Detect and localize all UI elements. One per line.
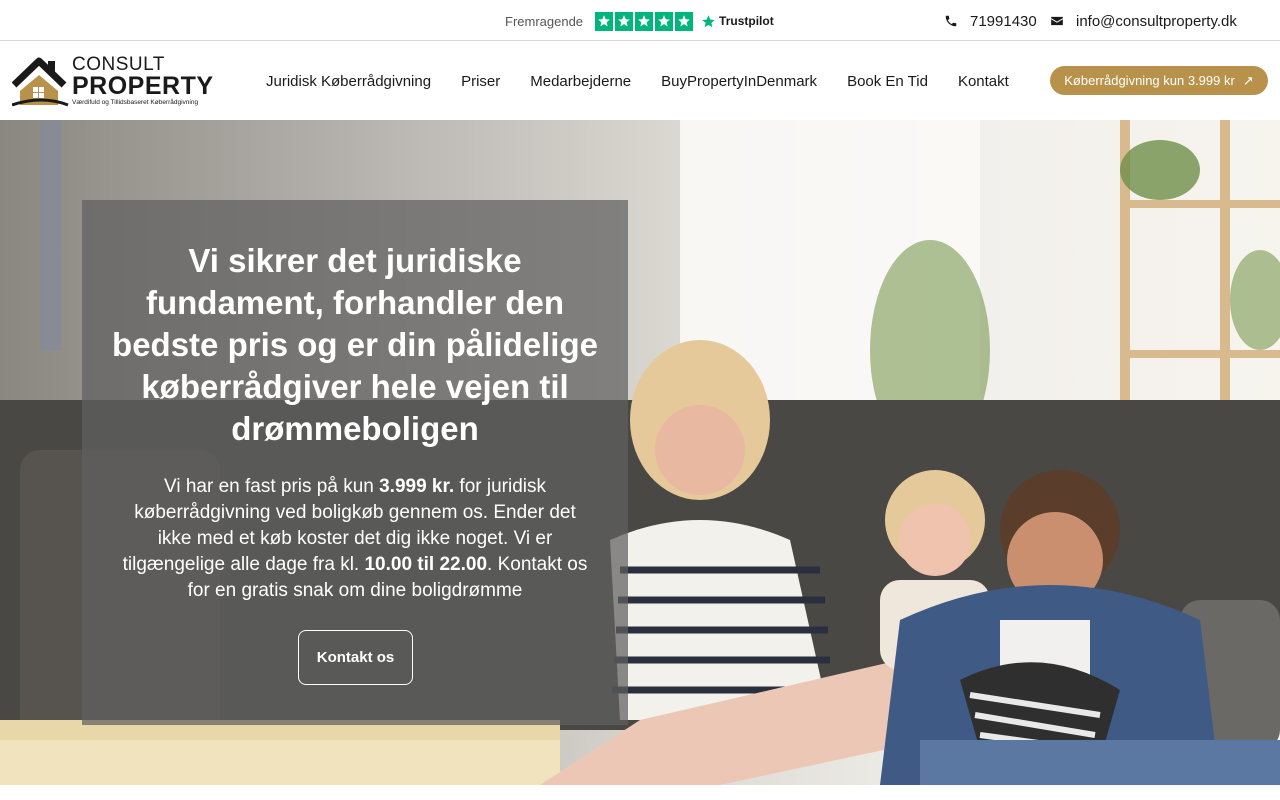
hero-section: Vi sikrer det juridiske fundament, forha…: [0, 120, 1280, 785]
header-cta-button[interactable]: Køberrådgivning kun 3.999 kr ↗: [1050, 66, 1268, 95]
email-link[interactable]: info@consultproperty.dk: [1050, 10, 1237, 32]
site-logo[interactable]: CONSULT PROPERTY Værdifuld og Tillidsbas…: [12, 55, 222, 107]
trustpilot-stars: [595, 11, 694, 31]
header-cta-label: Køberrådgivning kun 3.999 kr: [1064, 73, 1235, 88]
nav-priser[interactable]: Priser: [461, 73, 500, 90]
star-icon: [615, 11, 634, 31]
hero-hours: 10.00 til 22.00: [364, 554, 488, 575]
star-icon: [675, 11, 694, 31]
nav-juridisk-koberraadgivning[interactable]: Juridisk Køberrådgivning: [266, 73, 431, 90]
trustpilot-rating-label: Fremragende: [505, 13, 584, 29]
arrow-up-right-icon: ↗: [1242, 72, 1254, 88]
top-bar: Fremragende Trustpilot 71991430 info@con…: [0, 0, 1280, 41]
site-header: CONSULT PROPERTY Værdifuld og Tillidsbas…: [0, 41, 1280, 120]
hero-text-part: Vi har en fast pris på kun: [164, 476, 380, 497]
logo-wordmark: CONSULT PROPERTY Værdifuld og Tillidsbas…: [72, 55, 214, 107]
trustpilot-star-icon: [702, 14, 715, 27]
logo-tagline: Værdifuld og Tillidsbaseret Køberrådgivn…: [72, 99, 199, 106]
phone-link[interactable]: 71991430: [944, 10, 1037, 32]
house-logo-icon: [12, 57, 69, 107]
main-nav: Juridisk Køberrådgivning Priser Medarbej…: [266, 70, 1039, 92]
email-address: info@consultproperty.dk: [1076, 12, 1237, 30]
trustpilot-brand-name: Trustpilot: [719, 14, 774, 28]
trustpilot-widget[interactable]: Fremragende Trustpilot: [505, 10, 774, 32]
star-icon: [655, 11, 674, 31]
hero-description: Vi har en fast pris på kun 3.999 kr. for…: [122, 474, 588, 604]
nav-kontakt[interactable]: Kontakt: [958, 73, 1009, 90]
phone-number: 71991430: [970, 12, 1037, 30]
nav-book-en-tid[interactable]: Book En Tid: [847, 73, 928, 90]
hero-title: Vi sikrer det juridiske fundament, forha…: [112, 242, 598, 447]
contact-button[interactable]: Kontakt os: [298, 630, 413, 685]
page-below-fold: [0, 785, 1280, 800]
hero-price: 3.999 kr.: [379, 476, 455, 497]
star-icon: [635, 11, 654, 31]
trustpilot-logo: Trustpilot: [701, 14, 774, 29]
hero-overlay-box: Vi sikrer det juridiske fundament, forha…: [82, 200, 628, 725]
phone-icon: [945, 15, 957, 27]
star-icon: [595, 11, 614, 31]
logo-line-2: PROPERTY: [72, 72, 214, 100]
nav-medarbejderne[interactable]: Medarbejderne: [530, 73, 631, 90]
nav-buypropertyindenmark[interactable]: BuyPropertyInDenmark: [661, 73, 817, 90]
envelope-icon: [1051, 16, 1063, 26]
